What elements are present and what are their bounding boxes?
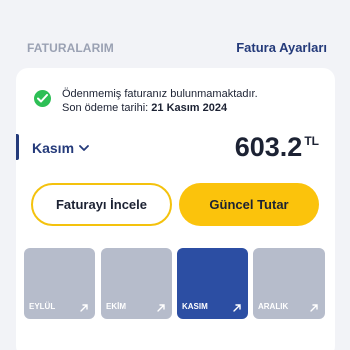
month-tile-label: EKİM <box>106 302 126 311</box>
check-circle-icon <box>34 90 51 107</box>
arrow-up-right-icon <box>80 304 88 312</box>
month-tile-label: ARALIK <box>258 302 289 311</box>
notice-message: Ödenmemiş faturanız bulunmamaktadır. <box>62 88 258 100</box>
bill-amount-value: 603.2 <box>234 132 303 162</box>
month-tiles: EYLÜL EKİM KASIM ARALIK <box>24 248 329 320</box>
due-date-prefix: Son ödeme tarihi: <box>62 102 149 114</box>
month-tile-kasim[interactable]: KASIM <box>177 248 248 319</box>
month-dropdown-label: Kasım <box>32 140 75 156</box>
bill-summary-row: Kasım 603.2 TL <box>16 130 335 166</box>
month-tile-label: EYLÜL <box>29 302 56 311</box>
current-amount-button[interactable]: Güncel Tutar <box>179 183 319 226</box>
bill-amount: 603.2 TL <box>235 132 319 163</box>
month-dropdown[interactable]: Kasım <box>32 140 89 156</box>
chevron-down-icon <box>79 144 89 151</box>
arrow-up-right-icon <box>157 304 165 312</box>
due-date-line: Son ödeme tarihi: 21 Kasım 2024 <box>62 102 227 114</box>
month-tile-aralik[interactable]: ARALIK <box>253 248 325 319</box>
month-tile-label: KASIM <box>182 302 208 311</box>
month-tile-eylul[interactable]: EYLÜL <box>24 248 95 319</box>
selected-indicator <box>16 134 19 160</box>
review-bill-button[interactable]: Faturayı İncele <box>31 183 172 226</box>
currency-label: TL <box>304 134 319 148</box>
page-header: FATURALARIM Fatura Ayarları <box>0 0 350 68</box>
arrow-up-right-icon <box>233 304 241 312</box>
arrow-up-right-icon <box>310 304 318 312</box>
page-title: FATURALARIM <box>27 41 114 55</box>
bill-settings-link[interactable]: Fatura Ayarları <box>236 40 327 55</box>
payment-notice: Ödenmemiş faturanız bulunmamaktadır. Son… <box>34 88 324 120</box>
bill-card: Ödenmemiş faturanız bulunmamaktadır. Son… <box>16 68 335 350</box>
due-date-value: 21 Kasım 2024 <box>151 102 228 114</box>
month-tile-ekim[interactable]: EKİM <box>101 248 172 319</box>
